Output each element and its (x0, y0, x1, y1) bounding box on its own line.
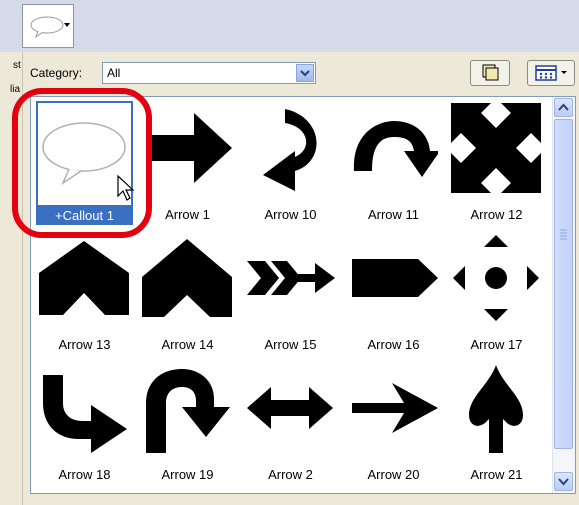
four-way-arrow-icon (451, 103, 541, 193)
shape-item-arrow-20[interactable]: Arrow 20 (342, 359, 445, 489)
shape-label: Arrow 19 (161, 467, 214, 482)
shape-item-arrow-2[interactable]: Arrow 2 (239, 359, 342, 489)
scroll-thumb[interactable] (554, 119, 573, 449)
shape-item-arrow-19[interactable]: Arrow 19 (136, 359, 239, 489)
view-grid-icon (535, 65, 567, 81)
chevron-down-icon (558, 478, 569, 486)
arrow-right-icon (146, 113, 232, 183)
shape-label: Arrow 17 (470, 337, 523, 352)
shape-label: Arrow 10 (264, 207, 317, 222)
scroll-up-button[interactable] (554, 98, 573, 117)
top-toolbar-strip (0, 0, 579, 53)
bent-arrow-down-right-icon (43, 375, 127, 453)
shape-item-arrow-13[interactable]: Arrow 13 (33, 229, 136, 359)
shape-label: Arrow 18 (58, 467, 111, 482)
chevron-down-icon (64, 23, 70, 27)
shape-item-arrow-16[interactable]: Arrow 16 (342, 229, 445, 359)
shape-item-arrow-10[interactable]: Arrow 10 (239, 99, 342, 229)
shape-dropdown-button[interactable] (22, 4, 74, 48)
grip-icon (560, 229, 567, 240)
view-options-button[interactable] (527, 60, 575, 86)
category-label: Category: (30, 66, 83, 80)
u-turn-arrow-icon (353, 121, 438, 177)
shape-item-arrow-18[interactable]: Arrow 18 (33, 359, 136, 489)
double-arrow-horizontal-icon (247, 387, 333, 429)
shape-label: Arrow 20 (367, 467, 420, 482)
curved-arrow-down-left-icon (263, 109, 317, 191)
shape-item-arrow-12[interactable]: Arrow 12 (445, 99, 548, 229)
chevron-notch-up-2-icon (142, 239, 232, 317)
category-value: All (107, 66, 121, 80)
callout-thumbnail-icon (30, 16, 64, 39)
shape-item-arrow-21[interactable]: Arrow 21 (445, 359, 548, 489)
shape-label: Arrow 13 (58, 337, 111, 352)
shape-label: Arrow 21 (470, 467, 523, 482)
shape-item-arrow-17[interactable]: Arrow 17 (445, 229, 548, 359)
pentagon-arrow-icon (352, 259, 438, 297)
shape-item-arrow-11[interactable]: Arrow 11 (342, 99, 445, 229)
shape-label: Arrow 2 (268, 467, 313, 482)
u-turn-up-right-icon (146, 369, 230, 453)
category-select[interactable]: All (102, 62, 316, 84)
feathered-arrow-icon (247, 261, 335, 295)
shape-label: Arrow 14 (161, 337, 214, 352)
sliver-text-top: st (13, 60, 21, 71)
mouse-pointer-icon (117, 174, 135, 201)
chevron-notch-up-icon (39, 241, 129, 315)
chevron-down-icon (300, 70, 310, 77)
copy-pages-button[interactable] (470, 60, 510, 86)
arrow-up-flared-icon (469, 365, 523, 453)
sliver-text-bottom: lia (10, 84, 21, 95)
copy-pages-icon (482, 64, 499, 81)
shape-label: Arrow 15 (264, 337, 317, 352)
shape-label: Arrow 11 (367, 207, 420, 222)
vertical-scrollbar[interactable] (552, 97, 575, 493)
shape-label: Arrow 12 (470, 207, 523, 222)
scroll-down-button[interactable] (554, 472, 573, 491)
shape-item-arrow-15[interactable]: Arrow 15 (239, 229, 342, 359)
four-triangles-dot-icon (453, 235, 539, 321)
chevron-up-icon (558, 103, 569, 111)
category-dropdown-button[interactable] (296, 64, 314, 82)
shape-item-arrow-14[interactable]: Arrow 14 (136, 229, 239, 359)
thin-arrow-right-icon (352, 383, 438, 433)
shape-label: Arrow 16 (367, 337, 420, 352)
highlight-ring (12, 88, 152, 238)
